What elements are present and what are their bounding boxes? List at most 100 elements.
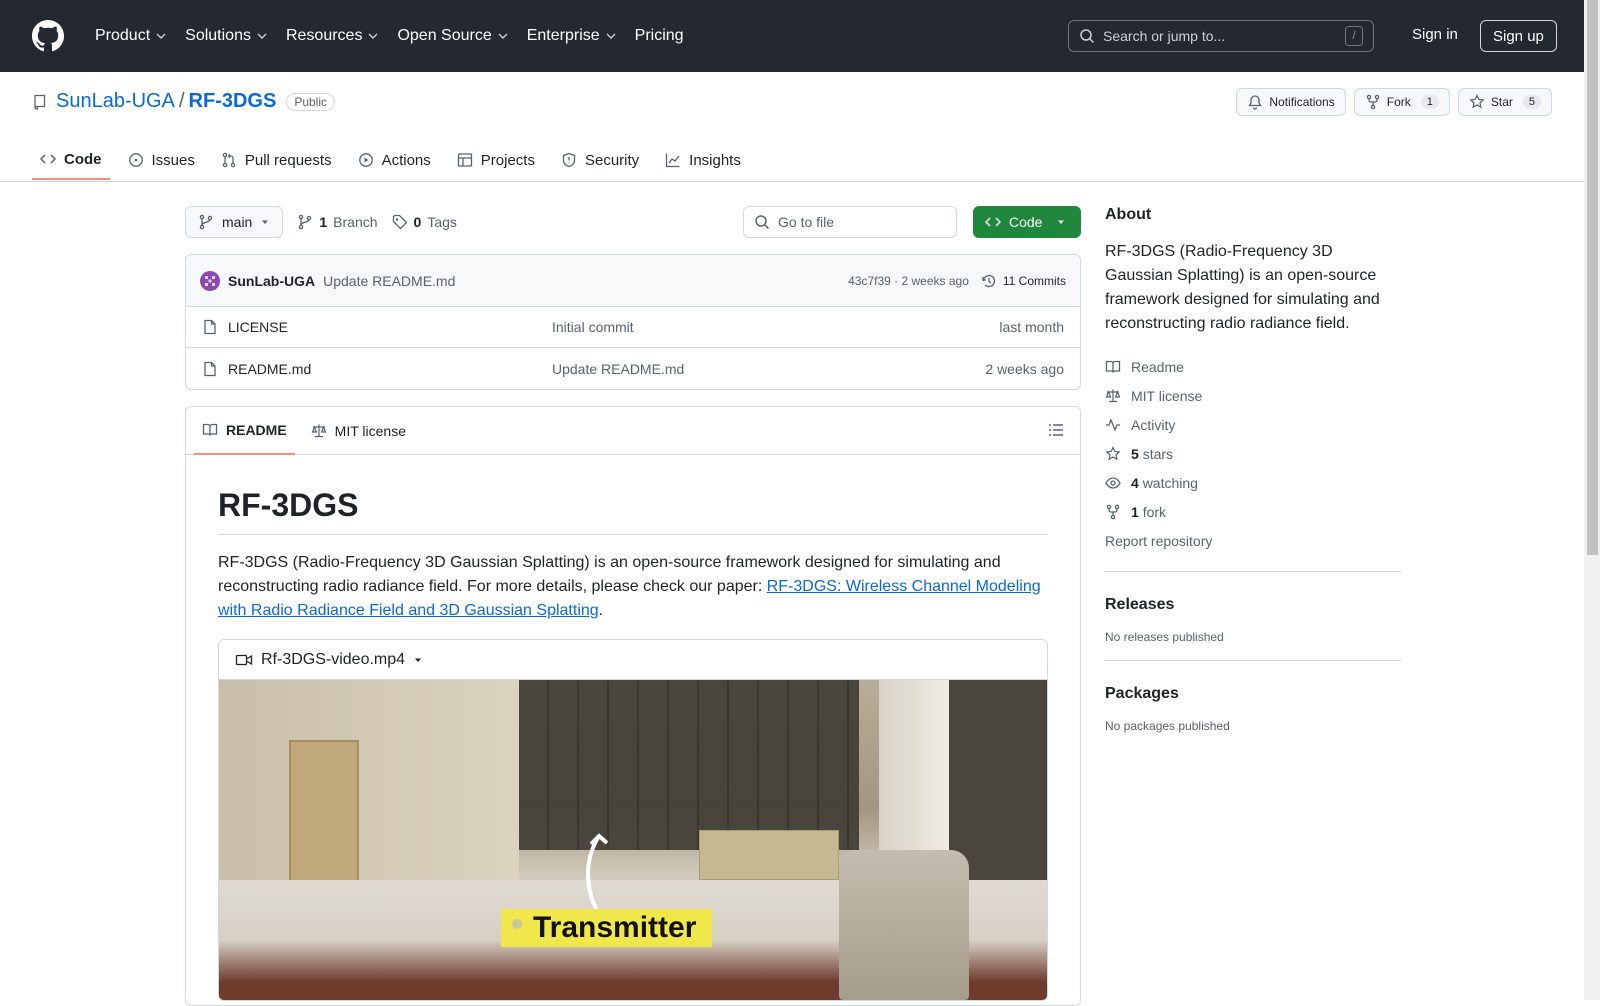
search-shortcut-key: / — [1345, 26, 1363, 46]
star-button[interactable]: Star 5 — [1457, 88, 1552, 116]
nav-solutions[interactable]: Solutions — [176, 20, 277, 52]
releases-heading[interactable]: Releases — [1105, 596, 1401, 614]
branch-selector[interactable]: main — [185, 206, 284, 238]
code-dropdown-button[interactable]: Code — [973, 206, 1081, 238]
license-link[interactable]: MIT license — [1105, 381, 1401, 410]
tab-actions[interactable]: Actions — [350, 140, 439, 180]
file-commit-date: 2 weeks ago — [985, 360, 1064, 377]
commit-hash-time[interactable]: 43c7f39 · 2 weeks ago — [848, 274, 969, 288]
watching-count: 4 — [1131, 474, 1139, 491]
scrollbar-thumb[interactable] — [1587, 0, 1598, 555]
readme-link[interactable]: Readme — [1105, 352, 1401, 381]
nav-solutions-label: Solutions — [185, 27, 251, 44]
stars-link[interactable]: 5 stars — [1105, 439, 1401, 468]
avatar[interactable] — [200, 270, 220, 291]
tab-pull-requests[interactable]: Pull requests — [213, 140, 340, 180]
caret-down-icon — [262, 220, 269, 224]
bell-icon — [1248, 95, 1263, 110]
eye-icon — [1105, 476, 1121, 489]
repo-tabs: Code Issues Pull requests Actions Projec… — [32, 140, 759, 182]
list-icon[interactable] — [1048, 422, 1064, 438]
scale-icon — [1105, 389, 1121, 402]
commits-history-link[interactable]: 11 Commits — [981, 273, 1066, 289]
sidebar-divider — [1105, 660, 1401, 661]
about-heading: About — [1105, 206, 1152, 223]
tab-issues[interactable]: Issues — [120, 140, 203, 180]
tab-code-label: Code — [64, 150, 102, 168]
watchers-link[interactable]: 4 watching — [1105, 468, 1401, 497]
readme-title: RF-3DGS — [218, 487, 1048, 535]
scene-wall-panels — [519, 680, 859, 850]
global-header: Product Solutions Resources Open Source … — [0, 0, 1600, 72]
tab-pull-requests-label: Pull requests — [244, 151, 332, 169]
file-commit-date: last month — [999, 319, 1064, 335]
file-name-cell[interactable]: README.md — [202, 361, 552, 377]
report-repository-link[interactable]: Report repository — [1105, 526, 1401, 555]
latest-commit: SunLab-UGA Update README.md 43c7f39 · 2 … — [186, 255, 1080, 307]
repo-name-link[interactable]: RF-3DGS — [189, 90, 277, 113]
repo-owner-link[interactable]: SunLab-UGA — [56, 90, 175, 113]
sign-up-button[interactable]: Sign up — [1480, 20, 1557, 52]
tag-count: 0 — [413, 214, 422, 230]
file-commit-message[interactable]: Update README.md — [552, 361, 985, 377]
file-icon — [204, 361, 216, 376]
branch-count-label: Branch — [333, 214, 378, 230]
video-header[interactable]: Rf-3DGS-video.mp4 — [219, 640, 1047, 680]
star-icon — [1469, 94, 1485, 109]
forks-link[interactable]: 1 fork — [1105, 497, 1401, 526]
tab-security[interactable]: Security — [553, 140, 647, 180]
repo-title: SunLab-UGA / RF-3DGS Public — [32, 90, 336, 113]
main-content: main 1 Branch 0 Tags Go to file Code Sun… — [185, 206, 1081, 1006]
packages-heading[interactable]: Packages — [1105, 685, 1401, 703]
star-icon — [1105, 445, 1121, 460]
github-logo-icon[interactable] — [32, 20, 64, 52]
nav-resources[interactable]: Resources — [277, 20, 388, 52]
fork-icon — [1366, 94, 1379, 110]
nav-product[interactable]: Product — [86, 20, 176, 52]
sign-in-link[interactable]: Sign in — [1412, 26, 1458, 43]
nav-pricing[interactable]: Pricing — [626, 20, 693, 52]
video-frame[interactable]: Transmitter — [219, 680, 1047, 1000]
video-filename: Rf-3DGS-video.mp4 — [261, 650, 406, 668]
nav-enterprise[interactable]: Enterprise — [518, 20, 626, 52]
file-commit-message[interactable]: Initial commit — [552, 319, 999, 335]
code-icon — [985, 217, 1001, 227]
notifications-label: Notifications — [1269, 95, 1335, 109]
shield-icon — [562, 152, 576, 168]
file-name-cell[interactable]: LICENSE — [202, 319, 552, 335]
video-embed: Rf-3DGS-video.mp4 Transmitter — [218, 639, 1048, 1001]
stars-count: 5 — [1131, 445, 1139, 462]
branch-name: main — [222, 214, 253, 230]
issue-icon — [128, 153, 143, 167]
nav-open-source[interactable]: Open Source — [388, 20, 517, 52]
book-icon — [202, 423, 218, 436]
chevron-down-icon — [156, 33, 166, 39]
notifications-button[interactable]: Notifications — [1236, 88, 1346, 116]
tab-insights[interactable]: Insights — [657, 140, 749, 180]
global-search-input[interactable]: Search or jump to... / — [1068, 20, 1374, 52]
stars-label: stars — [1142, 445, 1174, 462]
commit-author[interactable]: SunLab-UGA — [228, 273, 315, 289]
tab-license[interactable]: MIT license — [303, 407, 414, 455]
tab-issues-label: Issues — [151, 151, 195, 169]
readme-body: RF-3DGS RF-3DGS (Radio-Frequency 3D Gaus… — [186, 455, 1080, 1001]
repo-separator: / — [178, 90, 185, 112]
tags-link[interactable]: 0 Tags — [392, 214, 457, 230]
curved-arrow-icon — [586, 833, 609, 920]
tab-code[interactable]: Code — [32, 140, 110, 180]
report-repository-label: Report repository — [1105, 532, 1213, 549]
commit-message[interactable]: Update README.md — [323, 273, 455, 289]
file-browser: SunLab-UGA Update README.md 43c7f39 · 2 … — [185, 254, 1081, 390]
tab-projects[interactable]: Projects — [449, 140, 543, 180]
tab-readme[interactable]: README — [194, 407, 295, 455]
chevron-down-icon — [257, 33, 267, 39]
chevron-down-icon — [606, 33, 616, 39]
page-scrollbar[interactable] — [1584, 0, 1600, 1000]
go-to-file-input[interactable]: Go to file — [743, 206, 957, 238]
branch-icon — [299, 214, 312, 230]
activity-link[interactable]: Activity — [1105, 410, 1401, 439]
tab-readme-label: README — [226, 421, 287, 438]
branches-link[interactable]: 1 Branch — [297, 214, 378, 230]
table-row: LICENSE Initial commit last month — [186, 307, 1080, 348]
fork-button[interactable]: Fork 1 — [1353, 88, 1450, 116]
